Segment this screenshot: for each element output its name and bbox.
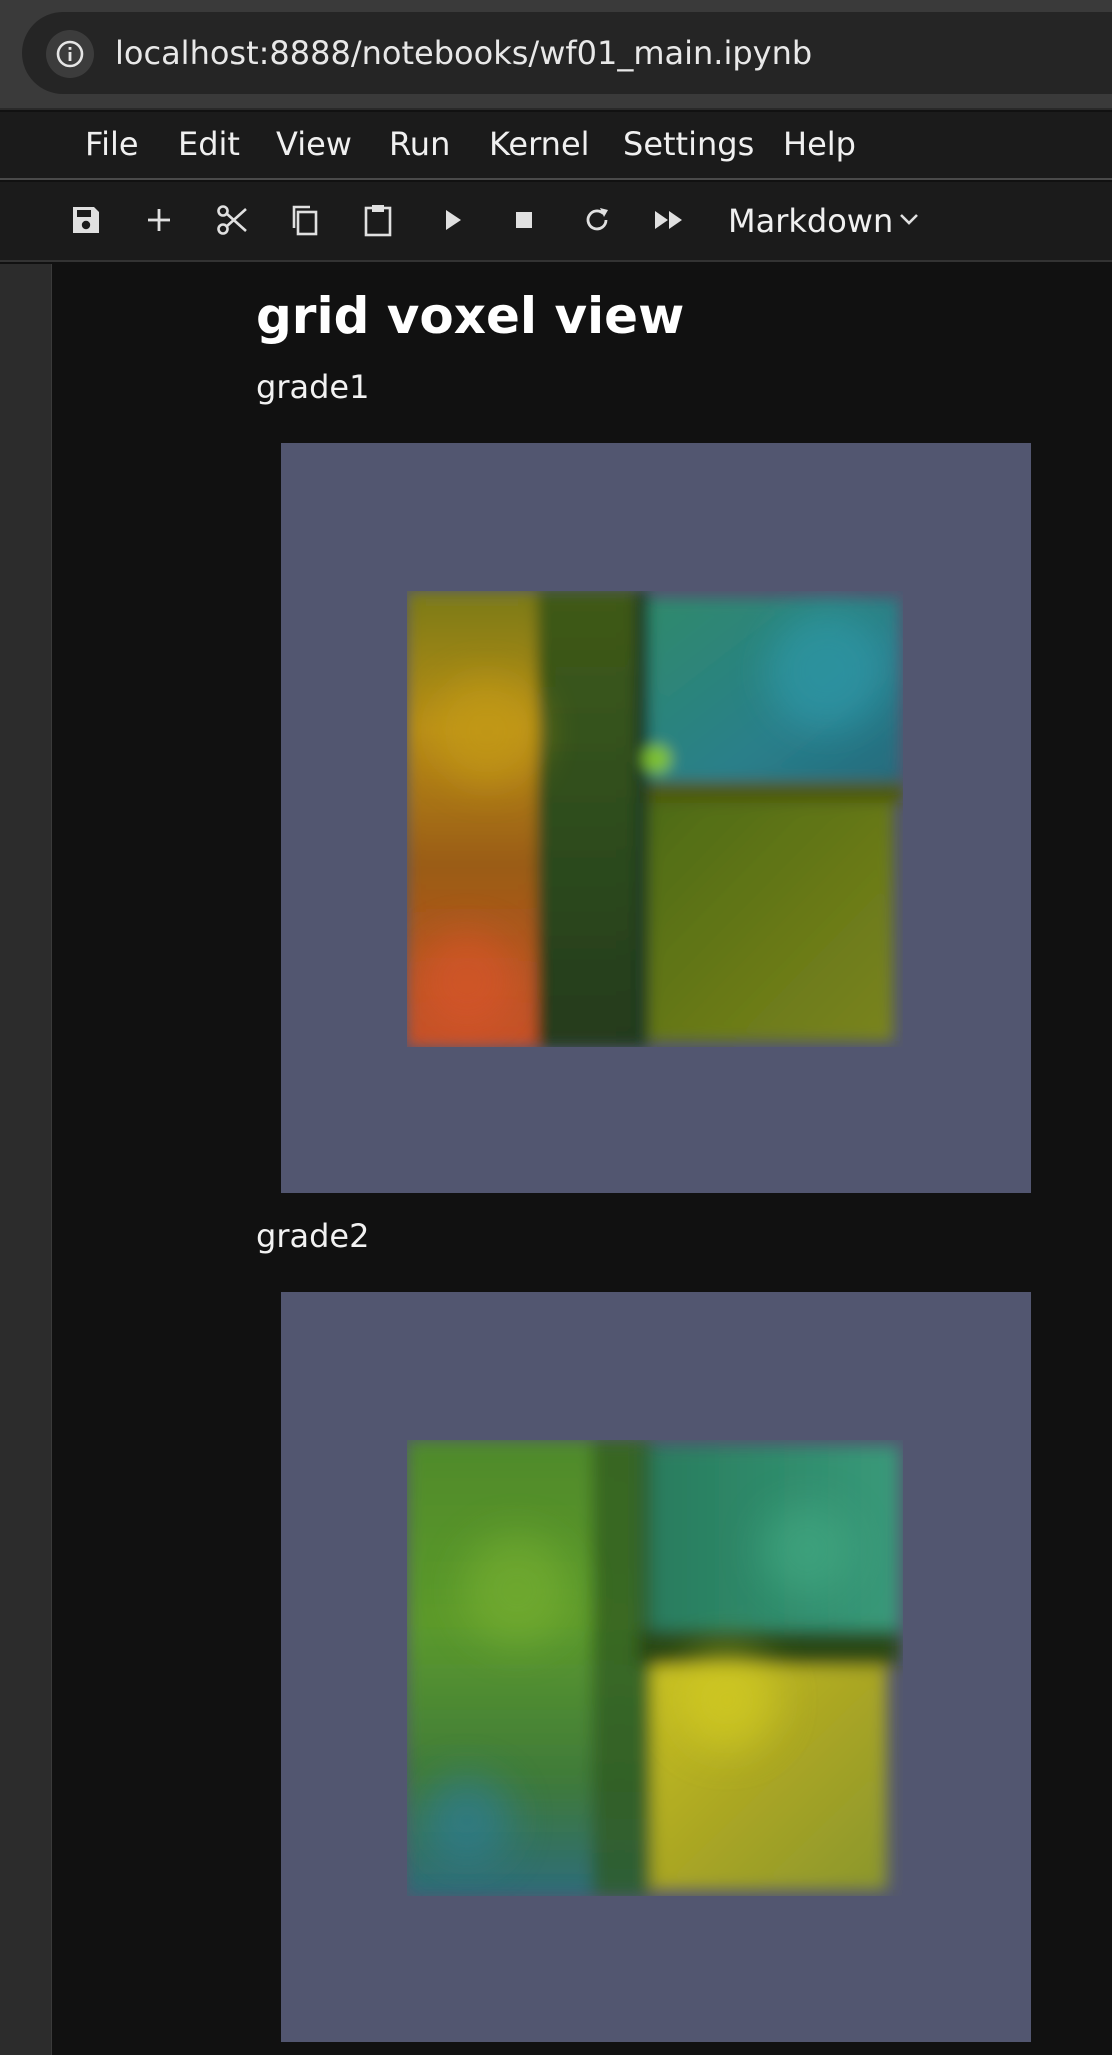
stop-button[interactable] [502, 198, 546, 242]
voxel-render-grade1 [407, 591, 903, 1047]
notebook-toolbar: Markdown [0, 182, 1112, 262]
cell-gutter[interactable] [0, 264, 52, 2055]
restart-button[interactable] [575, 198, 619, 242]
menu-edit[interactable]: Edit [178, 124, 240, 164]
voxel-image-grade1 [281, 443, 1031, 1193]
run-button[interactable] [430, 198, 474, 242]
copy-button[interactable] [283, 198, 327, 242]
cell-type-label: Markdown [728, 202, 894, 240]
menu-settings[interactable]: Settings [623, 124, 754, 164]
menu-run[interactable]: Run [389, 124, 450, 164]
site-info-button[interactable] [46, 30, 94, 78]
voxel-render-grade2 [407, 1440, 899, 1896]
save-button[interactable] [64, 198, 108, 242]
menu-file[interactable]: File [85, 124, 139, 164]
browser-address-bar: localhost:8888/notebooks/wf01_main.ipynb [0, 0, 1112, 110]
cell-type-dropdown[interactable]: Markdown [728, 199, 918, 243]
section-label-grade2: grade2 [256, 1217, 370, 1255]
menu-bar: File Edit View Run Kernel Settings Help [0, 112, 1112, 180]
cut-button[interactable] [210, 198, 254, 242]
menu-kernel[interactable]: Kernel [489, 124, 590, 164]
url-text[interactable]: localhost:8888/notebooks/wf01_main.ipynb [115, 31, 812, 75]
paste-button[interactable] [356, 198, 400, 242]
chevron-down-icon [900, 214, 918, 225]
notebook-area: grid voxel view grade1 grade2 [0, 264, 1112, 2055]
section-label-grade1: grade1 [256, 368, 370, 406]
voxel-image-grade2 [281, 1292, 1031, 2042]
url-field[interactable]: localhost:8888/notebooks/wf01_main.ipynb [22, 12, 1112, 94]
notebook-heading: grid voxel view [256, 287, 685, 345]
menu-view[interactable]: View [276, 124, 352, 164]
menu-help[interactable]: Help [783, 124, 856, 164]
insert-cell-button[interactable] [137, 198, 181, 242]
restart-run-all-button[interactable] [647, 198, 691, 242]
